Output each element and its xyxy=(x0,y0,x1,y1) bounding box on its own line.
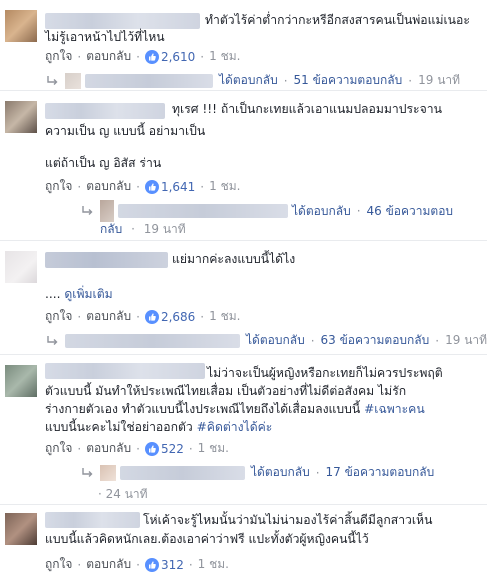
reply-arrow-icon xyxy=(47,334,58,345)
replier-names xyxy=(120,465,245,480)
comment-text-line: แย่มากค่ะลงแบบนี้ได้ไง xyxy=(172,252,296,266)
comment-text-line: ตัวแบบนี้ มันทำให้ประเพณีไทยเสื่อม เป็นต… xyxy=(45,384,407,398)
comment-5: โห่เค้าจะรู้ไหมนั้นว่ามันไม่น่ามองไร้ค่า… xyxy=(0,507,487,573)
comment-text-line: ไม่ว่าจะเป็นผู้หญิงหรือกะเทยก็ไม่ควรประพ… xyxy=(207,366,443,380)
reply-arrow-icon xyxy=(82,466,93,477)
comment-text-line: ความเป็น ญ แบบนี้ อย่ามาเป็น xyxy=(45,124,206,138)
reply-link[interactable]: ตอบกลับ xyxy=(86,555,131,573)
like-count[interactable]: 2,610 xyxy=(161,50,195,64)
avatar[interactable] xyxy=(5,251,37,283)
reply-count-continued: กลับ · 19 นาที xyxy=(100,222,186,236)
commenter-name[interactable] xyxy=(45,363,205,379)
comment-time[interactable]: 1 ชม. xyxy=(209,307,240,326)
like-icon xyxy=(144,557,159,572)
reply-count[interactable]: 63 ข้อความตอบกลับ xyxy=(321,331,430,350)
commenter-name[interactable] xyxy=(45,512,140,528)
replied-label[interactable]: ได้ตอบกลับ xyxy=(292,202,351,221)
comment-3: แย่มากค่ะลงแบบนี้ได้ไง .... ดูเพิ่มเติม … xyxy=(0,243,487,351)
reply-arrow-icon xyxy=(82,205,93,216)
divider xyxy=(0,354,487,355)
replies-summary[interactable]: ได้ตอบกลับ · 17 ข้อความตอบกลับ xyxy=(80,463,434,482)
comment-actions: ถูกใจ · ตอบกลับ · 522 · 1 ชม. xyxy=(45,439,229,458)
divider xyxy=(0,90,487,91)
reply-link[interactable]: ตอบกลับ xyxy=(86,47,131,66)
comment-actions: ถูกใจ · ตอบกลับ · 2,610 · 1 ชม. xyxy=(45,47,240,66)
replies-summary[interactable]: ได้ตอบกลับ · 63 ข้อความตอบกลับ · 19 นาที xyxy=(45,331,487,350)
comment-text-line: แต่ถ้าเป็น ญ อิสัส ร่าน xyxy=(45,156,162,170)
reply-time: 19 นาที xyxy=(445,333,487,347)
comment-actions: ถูกใจ · ตอบกลับ · 2,686 · 1 ชม. xyxy=(45,307,240,326)
like-icon xyxy=(144,49,159,64)
comment-actions: ถูกใจ · ตอบกลับ · 312 · 1 ชม. xyxy=(45,555,229,573)
reply-link[interactable]: ตอบกลับ xyxy=(86,177,131,196)
like-count[interactable]: 522 xyxy=(161,442,184,456)
avatar[interactable] xyxy=(5,365,37,397)
like-link[interactable]: ถูกใจ xyxy=(45,439,72,458)
hashtag-link[interactable]: #คิดต่างได้ค่ะ xyxy=(197,420,273,434)
comment-actions: ถูกใจ · ตอบกลับ · 1,641 · 1 ชม. xyxy=(45,177,240,196)
replies-summary[interactable]: ได้ตอบกลับ · 51 ข้อความตอบกลับ · 19 นาที xyxy=(45,71,460,90)
like-count[interactable]: 2,686 xyxy=(161,310,195,324)
reply-time: 24 นาที xyxy=(105,487,148,501)
reply-time: 19 นาที xyxy=(143,222,186,236)
reply-count[interactable]: 51 ข้อความตอบกลับ xyxy=(294,71,403,90)
divider xyxy=(0,240,487,241)
replies-summary[interactable]: ได้ตอบกลับ · 46 ข้อความตอบ xyxy=(80,200,453,222)
like-link[interactable]: ถูกใจ xyxy=(45,177,72,196)
commenter-name[interactable] xyxy=(45,103,165,119)
reply-link[interactable]: ตอบกลับ xyxy=(86,307,131,326)
divider xyxy=(0,504,487,505)
reply-count[interactable]: 17 ข้อความตอบกลับ xyxy=(326,463,435,482)
replied-label[interactable]: ได้ตอบกลับ xyxy=(251,463,310,482)
comment-4: ไม่ว่าจะเป็นผู้หญิงหรือกะเทยก็ไม่ควรประพ… xyxy=(0,357,487,502)
avatar[interactable] xyxy=(5,101,37,133)
comment-text-line: ทุเรศ !!! ถ้าเป็นกะเทยแล้วเอาแนมปลอมมาปร… xyxy=(172,102,442,116)
like-link[interactable]: ถูกใจ xyxy=(45,555,72,573)
comment-text-line: โห่เค้าจะรู้ไหมนั้นว่ามันไม่น่ามองไร้ค่า… xyxy=(143,513,433,527)
avatar[interactable] xyxy=(5,513,37,545)
see-more-row: .... ดูเพิ่มเติม xyxy=(45,287,113,301)
comment-time[interactable]: 1 ชม. xyxy=(198,555,229,573)
comment-time[interactable]: 1 ชม. xyxy=(209,177,240,196)
comment-time[interactable]: 1 ชม. xyxy=(209,47,240,66)
reply-avatar xyxy=(65,72,81,89)
like-link[interactable]: ถูกใจ xyxy=(45,307,72,326)
comment-text-line: แบบนี้นะคะไม่ใช่อย่าออกตัว #คิดต่างได้ค่… xyxy=(45,420,273,434)
like-icon xyxy=(144,179,159,194)
reply-arrow-icon xyxy=(47,74,58,85)
commenter-name[interactable] xyxy=(45,252,168,268)
hashtag-link[interactable]: #เฉพาะคน xyxy=(364,402,425,416)
avatar[interactable] xyxy=(5,10,37,42)
reply-link[interactable]: ตอบกลับ xyxy=(86,439,131,458)
comment-1: ทำตัวไร้ค่าต่ำกว่ากะหรีอีกสงสารคนเป็นพ่อ… xyxy=(0,0,487,90)
comment-text-line: แบบนี้แล้วคิดหนักเลย.ต้องเอาค่าว่าฟรี แป… xyxy=(45,532,369,546)
reply-count[interactable]: 46 ข้อความตอบ xyxy=(367,202,454,221)
comment-text-line: ไม่รู้เอาหน้าไปไว้ที่ไหน xyxy=(45,30,165,44)
comment-time[interactable]: 1 ชม. xyxy=(198,439,229,458)
like-count[interactable]: 312 xyxy=(161,558,184,572)
like-icon xyxy=(144,441,159,456)
like-icon xyxy=(144,309,159,324)
replied-label[interactable]: ได้ตอบกลับ xyxy=(219,71,278,90)
reply-time-row: · 24 นาที xyxy=(98,487,148,501)
reply-time: 19 นาที xyxy=(418,73,461,87)
reply-avatar xyxy=(100,464,116,481)
see-more-link[interactable]: ดูเพิ่มเติม xyxy=(64,287,112,301)
replier-names xyxy=(85,73,213,88)
reply-avatar xyxy=(100,200,114,222)
comment-text-line: ทำตัวไร้ค่าต่ำกว่ากะหรีอีกสงสารคนเป็นพ่อ… xyxy=(205,13,470,27)
like-count[interactable]: 1,641 xyxy=(161,180,195,194)
replied-label[interactable]: ได้ตอบกลับ xyxy=(246,331,305,350)
replier-names xyxy=(118,204,288,218)
replier-names xyxy=(65,333,240,348)
comment-text-line: ร่างกายตัวเอง ทำตัวแบบนี้ไงประเพณีไทยถึง… xyxy=(45,402,425,416)
like-link[interactable]: ถูกใจ xyxy=(45,47,72,66)
comment-2: ทุเรศ !!! ถ้าเป็นกะเทยแล้วเอาแนมปลอมมาปร… xyxy=(0,93,487,238)
